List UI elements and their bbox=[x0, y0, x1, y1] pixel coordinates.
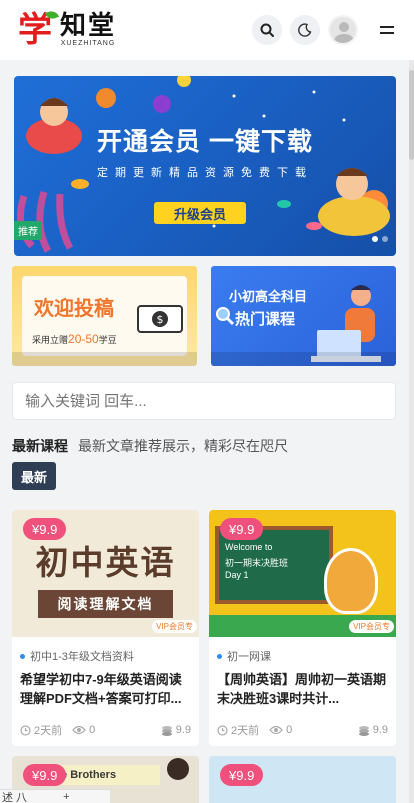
price-badge: ¥9.9 bbox=[23, 764, 67, 786]
category-dot bbox=[217, 653, 222, 659]
carousel-dot[interactable] bbox=[382, 236, 388, 242]
scrollbar[interactable] bbox=[409, 60, 414, 803]
time-meta: 2天前 bbox=[217, 722, 259, 738]
vip-badge: VIP会员专 bbox=[349, 620, 394, 633]
points-value: 9.9 bbox=[372, 724, 388, 736]
category-label: 初一网课 bbox=[227, 651, 271, 663]
contribute-title: 欢迎投稿 bbox=[34, 298, 114, 320]
points-meta: 9.9 bbox=[161, 724, 191, 736]
carousel-dot[interactable] bbox=[372, 236, 378, 242]
tab-label[interactable]: 述 八 bbox=[2, 789, 27, 803]
thumb-subtitle: 阅读理解文档 bbox=[38, 590, 173, 618]
logo-name: 知堂 bbox=[60, 11, 117, 41]
course-title[interactable]: 希望学初中7-9年级英语阅读理解PDF文档+答案可打印... bbox=[20, 670, 192, 708]
views-count: 0 bbox=[89, 724, 96, 736]
course-category[interactable]: 初中1-3年级文档资料 bbox=[20, 648, 134, 664]
dark-mode-button[interactable] bbox=[290, 15, 320, 45]
price-badge: ¥9.9 bbox=[23, 518, 67, 540]
reward-prefix: 采用立赠 bbox=[32, 335, 69, 345]
search-input[interactable] bbox=[12, 382, 396, 420]
thumb-title: 初中英语 bbox=[35, 543, 176, 582]
eye-icon bbox=[269, 725, 283, 735]
banner-subtitle: 定期更新精品资源免费下载 bbox=[97, 167, 313, 179]
menu-icon bbox=[380, 26, 394, 34]
bottom-tab-bar: 述 八 + bbox=[0, 789, 110, 803]
teacher-photo bbox=[167, 758, 189, 780]
avatar[interactable] bbox=[328, 15, 358, 45]
board-line: Day 1 bbox=[225, 570, 249, 580]
time-meta: 2天前 bbox=[20, 722, 62, 738]
recommend-tag: 推荐 bbox=[14, 221, 42, 240]
banner-title: 开通会员 一键下载 bbox=[97, 128, 313, 156]
moon-icon bbox=[298, 23, 312, 37]
top-header: 学 知堂 XUEZHITANG bbox=[0, 0, 414, 60]
magnifier-icon bbox=[216, 307, 235, 326]
points-value: 9.9 bbox=[175, 724, 191, 736]
logo-text: 知堂 XUEZHITANG bbox=[60, 13, 116, 47]
course-card[interactable]: ¥9.9 bbox=[209, 756, 396, 803]
course-meta: 2天前 0 9.9 bbox=[20, 722, 191, 738]
views-meta: 0 bbox=[72, 724, 95, 736]
eye-icon bbox=[72, 725, 86, 735]
section-header: 最新课程 最新文章推荐展示，精彩尽在咫尺 bbox=[12, 436, 288, 456]
course-title[interactable]: 【周帅英语】周帅初一英语期末决胜班3课时共计... bbox=[217, 670, 389, 708]
section-description: 最新文章推荐展示，精彩尽在咫尺 bbox=[78, 438, 288, 454]
category-dot bbox=[20, 653, 25, 659]
clock-icon bbox=[20, 724, 31, 736]
section-title: 最新课程 bbox=[12, 438, 68, 454]
reward-suffix: 学豆 bbox=[98, 335, 117, 345]
carousel-dots bbox=[372, 236, 388, 242]
course-card[interactable]: 初中英语 阅读理解文档 ¥9.9 VIP会员专 初中1-3年级文档资料 希望学初… bbox=[12, 510, 199, 746]
vip-badge: VIP会员专 bbox=[152, 620, 197, 633]
hot-courses-line2: 热门课程 bbox=[235, 311, 296, 328]
views-meta: 0 bbox=[269, 724, 292, 736]
search-icon bbox=[260, 23, 274, 37]
contribute-reward: 采用立赠20-50学豆 bbox=[32, 332, 117, 346]
logo-glyph: 学 bbox=[18, 10, 52, 50]
svg-text:$: $ bbox=[157, 313, 164, 326]
promo-shade bbox=[211, 352, 396, 366]
course-card[interactable]: Welcome to 初一期末决胜班 Day 1 ¥9.9 VIP会员专 初一网… bbox=[209, 510, 396, 746]
filter-chip-latest[interactable]: 最新 bbox=[12, 462, 57, 490]
price-badge: ¥9.9 bbox=[220, 764, 264, 786]
header-actions bbox=[252, 15, 402, 45]
owl-mascot bbox=[324, 548, 378, 614]
hot-courses-promo[interactable]: 小初高全科目 热门课程 bbox=[211, 266, 396, 366]
price-badge: ¥9.9 bbox=[220, 518, 264, 540]
category-label: 初中1-3年级文档资料 bbox=[30, 651, 134, 663]
menu-button[interactable] bbox=[372, 15, 402, 45]
clock-icon bbox=[217, 724, 228, 736]
course-thumbnail: Welcome to 初一期末决胜班 Day 1 ¥9.9 VIP会员专 bbox=[209, 510, 396, 637]
course-meta: 2天前 0 9.9 bbox=[217, 722, 388, 738]
promo-shade bbox=[12, 352, 197, 366]
time-text: 2天前 bbox=[231, 725, 260, 737]
course-thumbnail: 初中英语 阅读理解文档 ¥9.9 VIP会员专 bbox=[12, 510, 199, 637]
course-category[interactable]: 初一网课 bbox=[217, 648, 271, 664]
contribute-promo[interactable]: 欢迎投稿 采用立赠20-50学豆 $ bbox=[12, 266, 197, 366]
board-line: Welcome to bbox=[225, 542, 273, 552]
logo-mark: 学 bbox=[12, 9, 60, 51]
thumb-banner-text: le Brothers bbox=[50, 765, 160, 785]
member-banner[interactable]: 开通会员 一键下载 定期更新精品资源免费下载 升级会员 推荐 bbox=[14, 76, 396, 256]
money-icon: $ bbox=[137, 305, 183, 333]
views-count: 0 bbox=[286, 724, 293, 736]
site-logo[interactable]: 学 知堂 XUEZHITANG bbox=[12, 9, 116, 51]
add-tab-button[interactable]: + bbox=[63, 791, 69, 803]
logo-en: XUEZHITANG bbox=[60, 40, 116, 47]
upgrade-member-button[interactable]: 升级会员 bbox=[154, 202, 246, 224]
board-line: 初一期末决胜班 bbox=[225, 558, 289, 568]
coins-icon bbox=[161, 725, 172, 736]
points-meta: 9.9 bbox=[358, 724, 388, 736]
search-button[interactable] bbox=[252, 15, 282, 45]
hot-courses-line1: 小初高全科目 bbox=[229, 289, 308, 304]
reward-amount: 20-50 bbox=[68, 332, 99, 346]
time-text: 2天前 bbox=[34, 725, 63, 737]
coins-icon bbox=[358, 725, 369, 736]
